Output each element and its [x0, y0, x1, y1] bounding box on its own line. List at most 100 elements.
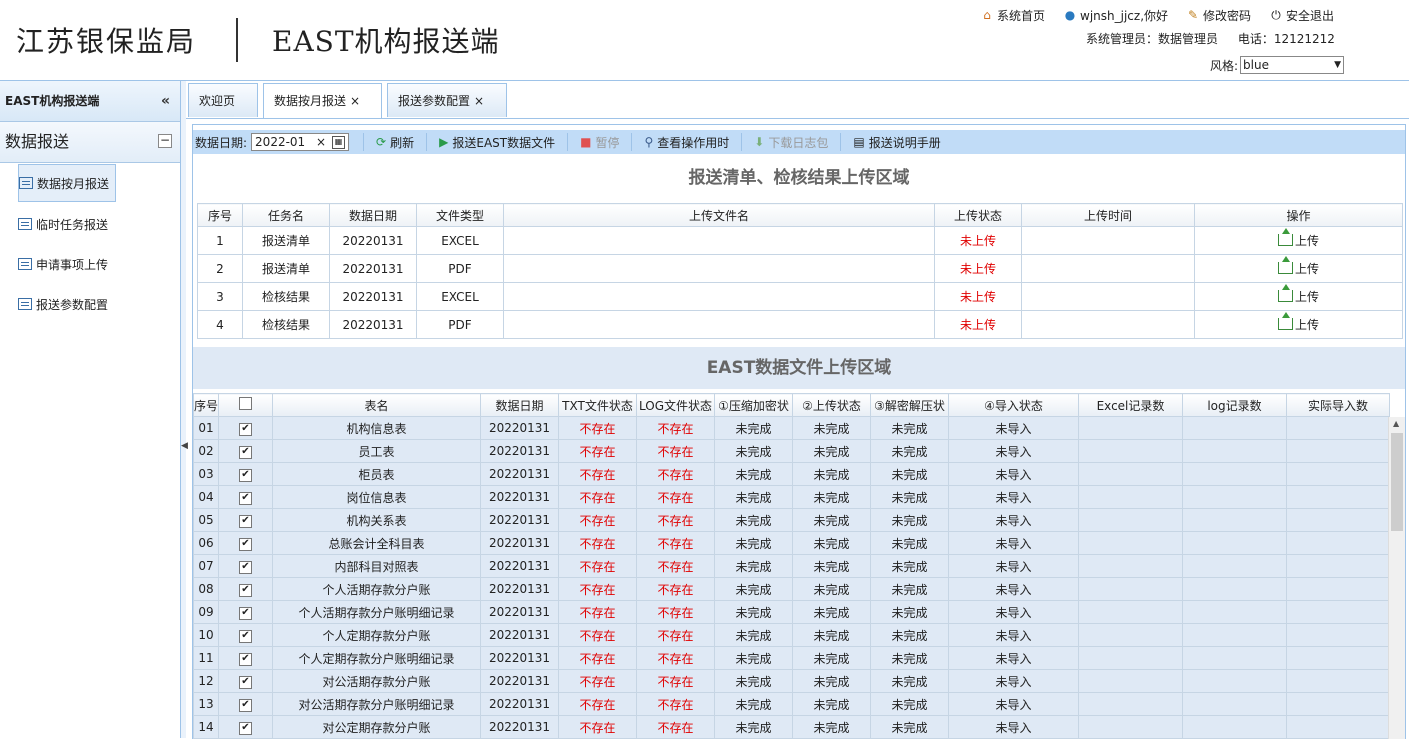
- checkbox-checked-icon[interactable]: ✔: [239, 584, 252, 597]
- col-header: 文件类型: [416, 203, 504, 227]
- row-checkbox[interactable]: ✔: [218, 623, 273, 647]
- table-row[interactable]: 12 ✔ 对公活期存款分户账 20220131 不存在 不存在 未完成 未完成 未完成 未导入: [193, 669, 1390, 693]
- row-checkbox[interactable]: ✔: [218, 554, 273, 578]
- vertical-scrollbar[interactable]: ▲: [1388, 417, 1405, 739]
- logout-link[interactable]: ⏻ 安全退出: [1269, 6, 1334, 24]
- close-icon[interactable]: ×: [350, 94, 360, 108]
- splitter-arrow-icon[interactable]: ◀: [181, 441, 188, 451]
- select-all-checkbox[interactable]: [218, 393, 273, 417]
- txt-status: 不存在: [558, 416, 637, 440]
- row-checkbox[interactable]: ✔: [218, 485, 273, 509]
- manual-button[interactable]: ▤ 报送说明手册: [840, 133, 952, 151]
- upload-button[interactable]: 上传: [1277, 284, 1319, 305]
- row-checkbox[interactable]: ✔: [218, 462, 273, 486]
- style-select[interactable]: blue ▼: [1240, 56, 1345, 74]
- log-count: [1182, 531, 1287, 555]
- tab-welcome[interactable]: 欢迎页: [188, 83, 258, 117]
- log-status: 不存在: [636, 646, 715, 670]
- sidebar-group-data-report[interactable]: 数据报送 −: [0, 122, 180, 163]
- row-checkbox[interactable]: ✔: [218, 715, 273, 739]
- clear-icon[interactable]: ×: [316, 135, 326, 149]
- tab-params-config[interactable]: 报送参数配置 ×: [387, 83, 507, 117]
- calendar-icon[interactable]: ▦: [332, 136, 346, 149]
- checkbox-checked-icon[interactable]: ✔: [239, 515, 252, 528]
- checkbox-checked-icon[interactable]: ✔: [239, 561, 252, 574]
- row-checkbox[interactable]: ✔: [218, 646, 273, 670]
- tab-monthly-report[interactable]: 数据按月报送 ×: [263, 83, 382, 118]
- upload-button[interactable]: 上传: [1277, 228, 1319, 249]
- table-row[interactable]: 02 ✔ 员工表 20220131 不存在 不存在 未完成 未完成 未完成 未导入: [193, 439, 1390, 463]
- upload-status: 未完成: [792, 508, 871, 532]
- upload-time: [1021, 310, 1195, 339]
- user-link[interactable]: ● wjnsh_jjcz,你好: [1063, 6, 1168, 24]
- sidebar-item-params-config[interactable]: 报送参数配置: [18, 286, 116, 322]
- scroll-up-icon[interactable]: ▲: [1393, 419, 1399, 428]
- checkbox-checked-icon[interactable]: ✔: [239, 676, 252, 689]
- checkbox-checked-icon[interactable]: ✔: [239, 722, 252, 735]
- checkbox-checked-icon[interactable]: ✔: [239, 607, 252, 620]
- table-row[interactable]: 05 ✔ 机构关系表 20220131 不存在 不存在 未完成 未完成 未完成 未导入: [193, 508, 1390, 532]
- table-row: 3 检核结果 20220131 EXCEL 未上传 上传: [197, 282, 1403, 311]
- decrypt-status: 未完成: [870, 508, 949, 532]
- data-date: 20220131: [480, 554, 559, 578]
- row-checkbox[interactable]: ✔: [218, 692, 273, 716]
- log-status: 不存在: [636, 531, 715, 555]
- compress-status: 未完成: [714, 715, 793, 739]
- checkbox-checked-icon[interactable]: ✔: [239, 423, 252, 436]
- task-name: 报送清单: [242, 226, 330, 255]
- checkbox-checked-icon[interactable]: ✔: [239, 492, 252, 505]
- table-row[interactable]: 14 ✔ 对公定期存款分户账 20220131 不存在 不存在 未完成 未完成 未完成 未导入: [193, 715, 1390, 739]
- table-row[interactable]: 06 ✔ 总账会计全科目表 20220131 不存在 不存在 未完成 未完成 未完成 未导入: [193, 531, 1390, 555]
- pause-button[interactable]: ■ 暂停: [567, 133, 631, 151]
- table-row[interactable]: 07 ✔ 内部科目对照表 20220131 不存在 不存在 未完成 未完成 未完成 未导入: [193, 554, 1390, 578]
- home-link[interactable]: ⌂ 系统首页: [980, 6, 1045, 24]
- change-password-link[interactable]: ✎ 修改密码: [1186, 6, 1251, 24]
- table-row[interactable]: 01 ✔ 机构信息表 20220131 不存在 不存在 未完成 未完成 未完成 未导入: [193, 416, 1390, 440]
- date-input[interactable]: 2022-01 × ▦: [251, 133, 350, 151]
- row-checkbox[interactable]: ✔: [218, 439, 273, 463]
- dropdown-arrow-icon: ▼: [1334, 60, 1342, 70]
- sidebar-splitter[interactable]: ◀: [181, 81, 188, 738]
- checkbox-icon[interactable]: [239, 397, 252, 410]
- scroll-thumb[interactable]: [1391, 433, 1403, 531]
- table-row[interactable]: 08 ✔ 个人活期存款分户账 20220131 不存在 不存在 未完成 未完成 未完成 未导入: [193, 577, 1390, 601]
- row-no: 1: [197, 226, 243, 255]
- table-row[interactable]: 13 ✔ 对公活期存款分户账明细记录 20220131 不存在 不存在 未完成 未完成 未完成未…: [193, 692, 1390, 716]
- log-count: [1182, 669, 1287, 693]
- row-checkbox[interactable]: ✔: [218, 531, 273, 555]
- checkbox-checked-icon[interactable]: ✔: [239, 469, 252, 482]
- group-collapse-icon[interactable]: −: [158, 134, 172, 148]
- view-time-button[interactable]: ⚲ 查看操作用时: [631, 133, 741, 151]
- table-row[interactable]: 10 ✔ 个人定期存款分户账 20220131 不存在 不存在 未完成 未完成 未完成 未导入: [193, 623, 1390, 647]
- send-east-button[interactable]: ▶ 报送EAST数据文件: [426, 133, 567, 151]
- sidebar-item-application-upload[interactable]: 申请事项上传: [18, 246, 116, 282]
- east-files-table: 序号 表名 数据日期 TXT文件状态 LOG文件状态 ①压缩加密状 ②上传状态 …: [193, 393, 1390, 739]
- download-log-button[interactable]: ⬇ 下载日志包: [741, 133, 840, 151]
- checkbox-checked-icon[interactable]: ✔: [239, 699, 252, 712]
- row-checkbox[interactable]: ✔: [218, 416, 273, 440]
- data-date: 20220131: [480, 531, 559, 555]
- table-row[interactable]: 03 ✔ 柜员表 20220131 不存在 不存在 未完成 未完成 未完成 未导入: [193, 462, 1390, 486]
- table-row[interactable]: 09 ✔ 个人活期存款分户账明细记录 20220131 不存在 不存在 未完成 未完成 未完成未…: [193, 600, 1390, 624]
- checkbox-checked-icon[interactable]: ✔: [239, 630, 252, 643]
- row-no: 07: [193, 554, 219, 578]
- checkbox-checked-icon[interactable]: ✔: [239, 653, 252, 666]
- row-checkbox[interactable]: ✔: [218, 600, 273, 624]
- table-row[interactable]: 04 ✔ 岗位信息表 20220131 不存在 不存在 未完成 未完成 未完成 未导入: [193, 485, 1390, 509]
- row-checkbox[interactable]: ✔: [218, 669, 273, 693]
- sidebar-item-label: 数据按月报送: [37, 176, 110, 191]
- row-checkbox[interactable]: ✔: [218, 508, 273, 532]
- table-row[interactable]: 11 ✔ 个人定期存款分户账明细记录 20220131 不存在 不存在 未完成 未完成 未完成未…: [193, 646, 1390, 670]
- checkbox-checked-icon[interactable]: ✔: [239, 538, 252, 551]
- sidebar-item-temp-task[interactable]: 临时任务报送: [18, 206, 116, 242]
- row-no: 11: [193, 646, 219, 670]
- upload-button[interactable]: 上传: [1277, 312, 1319, 333]
- collapse-icon[interactable]: «: [161, 81, 170, 121]
- close-icon[interactable]: ×: [474, 94, 484, 108]
- checkbox-checked-icon[interactable]: ✔: [239, 446, 252, 459]
- sidebar-item-monthly-report[interactable]: 数据按月报送: [18, 164, 116, 202]
- compress-status: 未完成: [714, 439, 793, 463]
- row-checkbox[interactable]: ✔: [218, 577, 273, 601]
- refresh-button[interactable]: ⟳ 刷新: [363, 133, 426, 151]
- upload-button[interactable]: 上传: [1277, 256, 1319, 277]
